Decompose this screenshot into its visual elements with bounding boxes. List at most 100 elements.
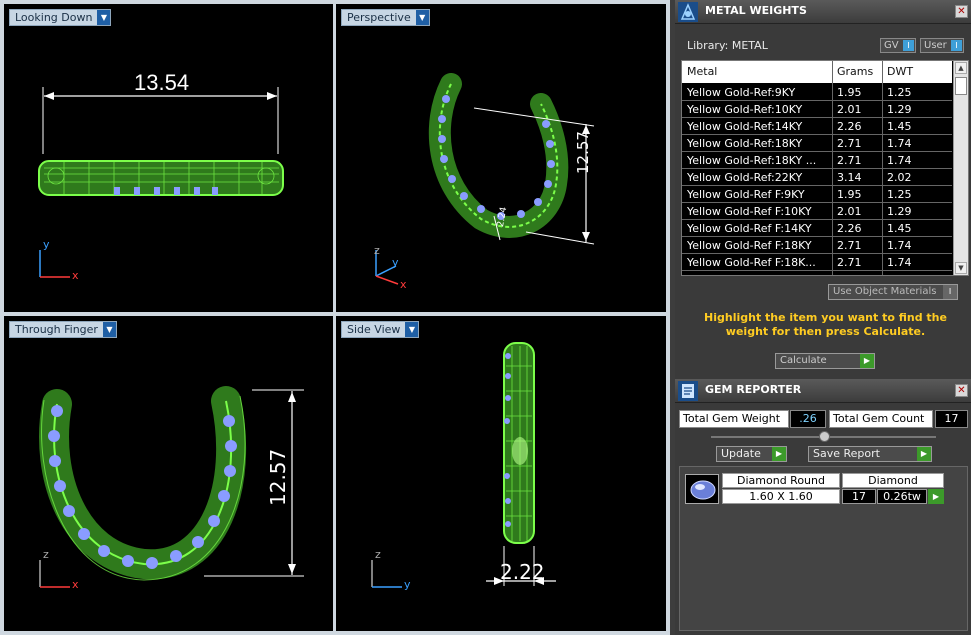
- metal-grams: 3.14: [837, 171, 862, 184]
- scrollbar[interactable]: ▲ ▼: [953, 61, 968, 275]
- gv-toggle[interactable]: GV I: [880, 38, 916, 53]
- scale-icon: [678, 2, 698, 22]
- metal-name: Yellow Gold-Ref:9KY: [687, 86, 796, 99]
- metal-name: Yellow Gold-Ref F:22KY: [687, 273, 832, 275]
- table-row[interactable]: Yellow Gold-Ref F:10KY 2.01 1.29: [682, 203, 952, 220]
- metal-grams: 3.14: [837, 273, 882, 275]
- metal-dwt: 1.45: [887, 222, 912, 235]
- metal-name: Yellow Gold-Ref:18KY: [687, 137, 803, 150]
- column-divider: [882, 61, 883, 275]
- column-divider: [832, 61, 833, 275]
- axis-z-label: z: [375, 548, 381, 561]
- viewport-label-text: Perspective: [347, 11, 411, 24]
- calculate-button[interactable]: Calculate ▶: [775, 353, 875, 369]
- use-object-materials-label: Use Object Materials: [833, 286, 937, 297]
- user-label: User: [924, 40, 947, 51]
- viewport-perspective[interactable]: 12.57 2.24 z y x Perspective ▼: [336, 4, 666, 312]
- metal-name: Yellow Gold-Ref:14KY: [687, 120, 803, 133]
- metal-grams: 1.95: [837, 188, 862, 201]
- column-header-dwt[interactable]: DWT: [887, 65, 913, 78]
- splitter-grip-icon[interactable]: [819, 431, 830, 442]
- metal-grams: 2.01: [837, 205, 862, 218]
- play-icon: ▶: [772, 447, 786, 461]
- hint-text: Highlight the item you want to find the …: [704, 311, 947, 338]
- splitter-handle[interactable]: [711, 431, 936, 442]
- table-row[interactable]: Yellow Gold-Ref:9KY 1.95 1.25: [682, 84, 952, 101]
- gem-detail-button[interactable]: ▶: [928, 489, 944, 504]
- viewport-area: 13.54 y x Looking Down ▼ 12.57 2.24 z y …: [0, 0, 670, 635]
- column-header-grams[interactable]: Grams: [837, 65, 873, 78]
- save-report-button[interactable]: Save Report ▶: [808, 446, 932, 462]
- metal-grams: 1.95: [837, 86, 862, 99]
- table-row[interactable]: Yellow Gold-Ref F:9KY 1.95 1.25: [682, 186, 952, 203]
- metal-dwt: 1.45: [887, 120, 912, 133]
- metal-table[interactable]: Metal Grams DWT Yellow Gold-Ref:9KY 1.95 1…: [681, 60, 969, 276]
- table-row[interactable]: Yellow Gold-Ref F:18KY 2.71 1.74: [682, 237, 952, 254]
- table-row[interactable]: Yellow Gold-Ref:18KY 2.71 1.74: [682, 135, 952, 152]
- chevron-down-icon[interactable]: ▼: [102, 322, 116, 337]
- table-row[interactable]: Yellow Gold-Ref:14KY 2.26 1.45: [682, 118, 952, 135]
- viewport-through-finger[interactable]: 12.57 z x Through Finger ▼: [4, 316, 333, 631]
- table-row[interactable]: Yellow Gold-Ref F:22KY 3.14 2.02: [682, 271, 952, 275]
- column-header-metal[interactable]: Metal: [687, 65, 717, 78]
- metal-name: Yellow Gold-Ref F:18KY: [687, 239, 812, 252]
- metal-dwt: 1.74: [887, 239, 912, 252]
- gem-shape: Diamond Round: [722, 473, 840, 488]
- total-gem-count-label: Total Gem Count: [829, 410, 933, 428]
- table-row[interactable]: Yellow Gold-Ref:22KY 3.14 2.02: [682, 169, 952, 186]
- metal-dwt: 2.02: [887, 273, 947, 275]
- total-gem-weight-label: Total Gem Weight: [679, 410, 789, 428]
- metal-grams: 2.71: [837, 256, 862, 269]
- play-icon: ▶: [917, 447, 931, 461]
- metal-weights-titlebar: METAL WEIGHTS ✕: [675, 0, 971, 24]
- close-icon[interactable]: ✕: [955, 5, 968, 18]
- axis-z-label: z: [374, 244, 380, 257]
- metal-dwt: 1.25: [887, 86, 912, 99]
- viewport-label-perspective[interactable]: Perspective ▼: [341, 9, 430, 26]
- library-label: Library: METAL: [687, 39, 768, 52]
- table-row[interactable]: Yellow Gold-Ref:10KY 2.01 1.29: [682, 101, 952, 118]
- viewport-label-side-view[interactable]: Side View ▼: [341, 321, 420, 338]
- axis-y-label: y: [404, 578, 411, 591]
- axis-y-label: y: [392, 256, 399, 269]
- scroll-up-icon[interactable]: ▲: [955, 62, 967, 74]
- total-gem-count-value: 17: [935, 410, 968, 428]
- gem-material: Diamond: [842, 473, 944, 488]
- chevron-down-icon[interactable]: ▼: [415, 10, 429, 25]
- metal-dwt: 1.74: [887, 256, 912, 269]
- dimension-label: 12.57: [266, 448, 290, 506]
- viewport-label-through-finger[interactable]: Through Finger ▼: [9, 321, 117, 338]
- diamond-round-icon: [685, 474, 719, 504]
- close-icon[interactable]: ✕: [955, 384, 968, 397]
- axis-x-label: x: [72, 578, 79, 591]
- use-object-materials-button[interactable]: Use Object Materials I: [828, 284, 958, 300]
- axis-x-label: x: [72, 269, 79, 282]
- viewport-looking-down[interactable]: 13.54 y x Looking Down ▼: [4, 4, 333, 312]
- metal-name: Yellow Gold-Ref:10KY: [687, 103, 803, 116]
- gem-reporter-title: GEM REPORTER: [705, 383, 802, 396]
- dimension-label-height: 12.57: [574, 131, 592, 174]
- gem-row[interactable]: Diamond Round Diamond 1.60 X 1.60 17 0.2…: [684, 471, 964, 507]
- scroll-thumb[interactable]: [955, 77, 967, 95]
- gem-weight: 0.26tw: [877, 489, 927, 504]
- total-gem-weight-value: .26: [790, 410, 826, 428]
- chevron-down-icon[interactable]: ▼: [97, 10, 111, 25]
- metal-dwt: 1.25: [887, 188, 912, 201]
- table-row[interactable]: Yellow Gold-Ref:18KY ... 2.71 1.74: [682, 152, 952, 169]
- metal-grams: 2.71: [837, 154, 862, 167]
- chevron-down-icon[interactable]: ▼: [405, 322, 419, 337]
- table-row[interactable]: Yellow Gold-Ref F:18K... 2.71 1.74: [682, 254, 952, 271]
- user-toggle[interactable]: User I: [920, 38, 964, 53]
- calculate-label: Calculate: [780, 355, 827, 366]
- table-row[interactable]: Yellow Gold-Ref F:14KY 2.26 1.45: [682, 220, 952, 237]
- save-report-label: Save Report: [813, 447, 880, 460]
- gem-size: 1.60 X 1.60: [722, 489, 840, 504]
- metal-name: Yellow Gold-Ref F:14KY: [687, 222, 812, 235]
- viewport-label-looking-down[interactable]: Looking Down ▼: [9, 9, 112, 26]
- metal-name: Yellow Gold-Ref F:18K...: [687, 256, 816, 269]
- viewport-side-view[interactable]: 2.22 z y Side View ▼: [336, 316, 666, 631]
- axis-z-label: z: [43, 548, 49, 561]
- scroll-down-icon[interactable]: ▼: [955, 262, 967, 274]
- viewport-label-text: Side View: [347, 323, 401, 336]
- update-button[interactable]: Update ▶: [716, 446, 787, 462]
